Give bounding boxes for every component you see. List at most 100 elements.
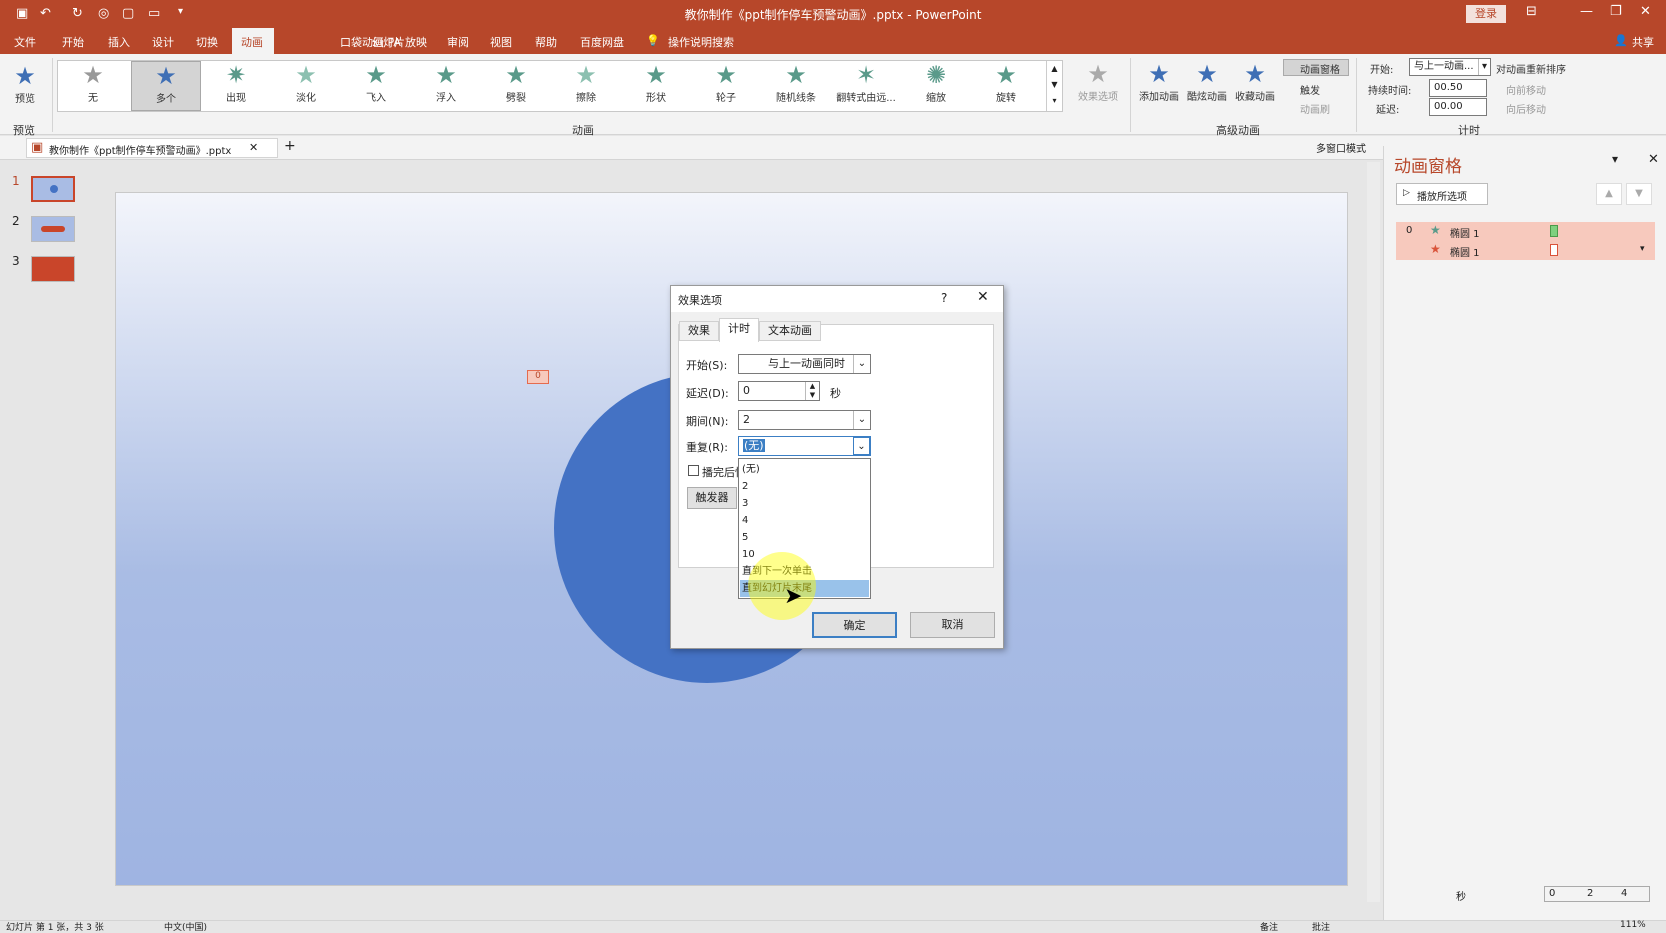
login-button[interactable]: 登录 [1466, 5, 1506, 23]
play-selected-button[interactable]: ▷ 播放所选项 [1396, 183, 1488, 205]
star-icon: ★ [785, 61, 807, 89]
share-button[interactable]: 共享 [1632, 34, 1654, 50]
tab-file[interactable]: 文件 [14, 34, 36, 50]
tab-animations[interactable]: 动画 [232, 28, 274, 54]
delay-input[interactable]: 0 ▲ ▼ [738, 381, 820, 401]
repeat-option-5[interactable]: 5 [740, 529, 869, 546]
effect-fly-in[interactable]: ★ 飞入 [341, 61, 411, 111]
tab-home[interactable]: 开始 [62, 34, 84, 50]
language[interactable]: 中文(中国) [164, 920, 207, 933]
effect-zoom[interactable]: ✺ 缩放 [901, 61, 971, 111]
seconds-label[interactable]: 秒 [1456, 888, 1466, 903]
effect-multiple[interactable]: ★ 多个 [131, 61, 201, 111]
tab-text-animation[interactable]: 文本动画 [759, 321, 821, 341]
repeat-option-3[interactable]: 3 [740, 495, 869, 512]
timeline-bar [1550, 225, 1558, 237]
animation-order-tag[interactable]: 0 [527, 370, 549, 384]
effect-float-in[interactable]: ★ 浮入 [411, 61, 481, 111]
comments-button[interactable]: 批注 [1312, 920, 1330, 933]
timeline-ruler[interactable]: 0 2 4 [1544, 886, 1650, 902]
dialog-title: 效果选项 [678, 294, 722, 307]
effect-none[interactable]: ★ 无 [58, 61, 128, 111]
tab-help[interactable]: 帮助 [535, 34, 557, 50]
spinner-icon[interactable]: ▲ ▼ [805, 382, 819, 400]
animation-brush-button[interactable]: 动画刷 [1300, 101, 1330, 116]
repeat-option-4[interactable]: 4 [740, 512, 869, 529]
document-tab-name: 教你制作《ppt制作停车预警动画》.pptx [49, 146, 232, 157]
start-select[interactable]: 与上一动画同时 ⌄ [738, 354, 871, 374]
divider [52, 58, 53, 132]
list-item[interactable]: ★ 椭圆 1 ▾ [1396, 241, 1655, 260]
ok-button[interactable]: 确定 [812, 612, 897, 638]
search-tell-me[interactable]: 操作说明搜索 [668, 34, 734, 50]
tab-insert[interactable]: 插入 [108, 34, 130, 50]
slide-thumb-2[interactable] [31, 216, 75, 242]
dazzle-animation-button[interactable]: ★ 酷炫动画 [1184, 60, 1230, 103]
effect-options-button[interactable]: ★ 效果选项 [1073, 60, 1123, 103]
tab-slideshow[interactable]: 幻灯片放映 [372, 34, 427, 50]
move-earlier-button[interactable]: 向前移动 [1506, 82, 1546, 97]
effect-split[interactable]: ★ 劈裂 [481, 61, 551, 111]
multi-window-button[interactable]: 多窗口模式 [1316, 140, 1366, 155]
effect-appear[interactable]: ✷ 出现 [201, 61, 271, 111]
move-down-icon[interactable]: ▼ [1626, 183, 1652, 205]
repeat-select[interactable]: (无) ⌄ [738, 436, 871, 456]
slide-thumb-1[interactable] [31, 176, 75, 202]
effect-fade[interactable]: ★ 淡化 [271, 61, 341, 111]
close-window-icon[interactable]: ✕ [1640, 4, 1651, 19]
restore-icon[interactable]: ❐ [1610, 4, 1622, 19]
collect-animation-button[interactable]: ★ 收藏动画 [1232, 60, 1278, 103]
close-tab-icon[interactable]: ✕ [249, 141, 258, 154]
slide-thumb-3[interactable] [31, 256, 75, 282]
tab-baidu-netdisk[interactable]: 百度网盘 [580, 34, 624, 50]
preview-button[interactable]: ★ 预览 [10, 62, 40, 105]
move-later-button[interactable]: 向后移动 [1506, 101, 1546, 116]
gallery-scroll[interactable]: ▲ ▼ ▾ [1046, 61, 1062, 111]
minimize-icon[interactable]: — [1580, 4, 1593, 19]
ribbon-display-icon[interactable]: ⊟ [1526, 4, 1537, 19]
trigger-button[interactable]: 触发 [1300, 82, 1320, 97]
repeat-option-2[interactable]: 2 [740, 478, 869, 495]
effect-swivel[interactable]: ★ 旋转 [971, 61, 1041, 111]
play-icon: ▷ [1403, 188, 1410, 198]
delay-input[interactable]: 00.00 [1429, 98, 1487, 116]
effect-random-bars[interactable]: ★ 随机线条 [761, 61, 831, 111]
tab-view[interactable]: 视图 [490, 34, 512, 50]
new-tab-icon[interactable]: + [284, 138, 296, 154]
tab-review[interactable]: 审阅 [447, 34, 469, 50]
effect-wipe[interactable]: ★ 擦除 [551, 61, 621, 111]
close-pane-icon[interactable]: ✕ [1648, 152, 1659, 167]
list-item[interactable]: 0 ★ 椭圆 1 [1396, 222, 1655, 241]
move-up-icon[interactable]: ▲ [1596, 183, 1622, 205]
tab-effect[interactable]: 效果 [679, 321, 719, 341]
duration-input[interactable]: 00.50 [1429, 79, 1487, 97]
help-icon[interactable]: ? [941, 291, 947, 305]
repeat-option-none[interactable]: (无) [740, 461, 869, 478]
notes-button[interactable]: 备注 [1260, 920, 1278, 933]
pptx-file-icon: ▣ [31, 140, 44, 155]
cancel-button[interactable]: 取消 [910, 612, 995, 638]
effect-grow-turn[interactable]: ✶ 翻转式由远... [831, 61, 901, 111]
effect-wheel[interactable]: ★ 轮子 [691, 61, 761, 111]
vertical-scrollbar[interactable] [1367, 162, 1380, 902]
rewind-checkbox[interactable] [688, 465, 699, 476]
chevron-down-icon[interactable]: ▾ [1612, 152, 1618, 166]
star-icon: ★ [995, 61, 1017, 89]
star-icon: ✶ [855, 61, 877, 89]
tab-transitions[interactable]: 切换 [196, 34, 218, 50]
slide-info: 幻灯片 第 1 张，共 3 张 [6, 923, 104, 933]
trigger-button[interactable]: 触发器(T) [687, 487, 737, 509]
animation-pane-button[interactable]: 动画窗格 [1283, 59, 1349, 76]
period-select[interactable]: 2 ⌄ [738, 410, 871, 430]
start-select[interactable]: 与上一动画... ▾ [1409, 58, 1491, 76]
close-dialog-icon[interactable]: ✕ [977, 289, 989, 305]
zoom-level[interactable]: 111% [1620, 920, 1646, 930]
seconds-unit: 秒 [830, 387, 841, 400]
add-animation-button[interactable]: ★ 添加动画 [1136, 60, 1182, 103]
effect-shape[interactable]: ★ 形状 [621, 61, 691, 111]
chevron-down-icon[interactable]: ▾ [1640, 244, 1645, 254]
preview-label: 预览 [15, 94, 35, 105]
document-tab[interactable]: ▣ 教你制作《ppt制作停车预警动画》.pptx ✕ [26, 138, 278, 158]
tab-design[interactable]: 设计 [152, 34, 174, 50]
tab-timing[interactable]: 计时 [719, 318, 759, 342]
